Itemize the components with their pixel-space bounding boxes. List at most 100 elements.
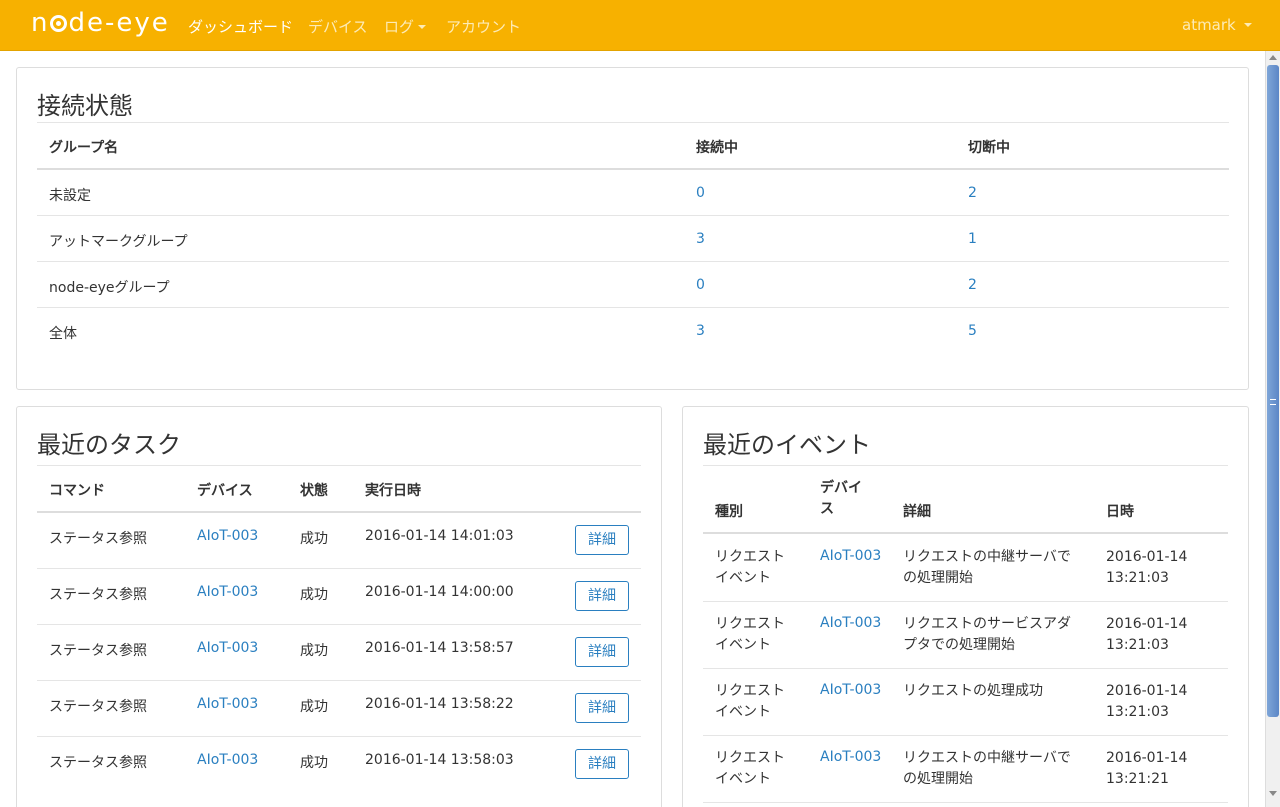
divider bbox=[37, 261, 1229, 262]
task-status: 成功 bbox=[300, 755, 328, 771]
event-device-link[interactable]: AIoT-003 bbox=[820, 682, 881, 698]
nav-devices[interactable]: デバイス bbox=[308, 16, 368, 37]
col-connected: 接続中 bbox=[696, 140, 738, 156]
connection-title: 接続状態 bbox=[37, 92, 133, 120]
group-name: 未設定 bbox=[49, 188, 91, 204]
eye-icon bbox=[50, 15, 68, 32]
task-detail-button[interactable]: 詳細 bbox=[575, 525, 629, 555]
connected-count-link[interactable]: 3 bbox=[696, 231, 705, 247]
task-detail-button[interactable]: 詳細 bbox=[575, 637, 629, 667]
col-detail: 詳細 bbox=[903, 504, 931, 520]
event-date: 2016-01-14 bbox=[1106, 750, 1188, 766]
group-name: アットマークグループ bbox=[49, 234, 188, 250]
col-device-line2: ス bbox=[820, 501, 834, 517]
divider bbox=[703, 735, 1228, 736]
recent-tasks-panel: 最近のタスク コマンド デバイス 状態 実行日時 ステータス参照 AIoT-00… bbox=[16, 406, 662, 807]
nav-log[interactable]: ログ bbox=[384, 16, 427, 37]
task-device-link[interactable]: AIoT-003 bbox=[197, 696, 258, 712]
task-device-link[interactable]: AIoT-003 bbox=[197, 584, 258, 600]
user-menu[interactable]: atmark bbox=[1182, 16, 1252, 34]
event-date: 2016-01-14 bbox=[1106, 683, 1188, 699]
group-name: node-eyeグループ bbox=[49, 280, 170, 296]
divider bbox=[37, 736, 641, 737]
col-device-line1: デバイ bbox=[820, 480, 862, 496]
task-detail-button[interactable]: 詳細 bbox=[575, 693, 629, 723]
event-type: リクエスト イベント bbox=[715, 614, 785, 656]
disconnected-count-link[interactable]: 2 bbox=[968, 185, 977, 201]
task-command: ステータス参照 bbox=[49, 643, 147, 659]
event-detail-line1: リクエストの処理成功 bbox=[903, 683, 1043, 699]
disconnected-count-link[interactable]: 5 bbox=[968, 323, 977, 339]
event-type-line2: イベント bbox=[715, 570, 771, 586]
divider bbox=[37, 568, 641, 569]
task-device-link[interactable]: AIoT-003 bbox=[197, 528, 258, 544]
event-type-line1: リクエスト bbox=[715, 683, 785, 699]
task-command: ステータス参照 bbox=[49, 531, 147, 547]
user-name: atmark bbox=[1182, 16, 1236, 34]
tasks-title: 最近のタスク bbox=[37, 431, 181, 459]
recent-events-panel: 最近のイベント 種別 デバイ ス 詳細 日時 リクエスト イベント AIoT-00… bbox=[682, 406, 1249, 807]
scroll-up-icon[interactable] bbox=[1269, 55, 1277, 60]
event-datetime: 2016-01-14 13:21:21 bbox=[1106, 748, 1187, 790]
nav-log-label: ログ bbox=[384, 18, 415, 36]
event-device-link[interactable]: AIoT-003 bbox=[820, 749, 881, 765]
event-device-link[interactable]: AIoT-003 bbox=[820, 548, 881, 564]
top-navbar: n de-eye ダッシュボード デバイス ログ アカウント atmark bbox=[0, 0, 1280, 51]
task-status: 成功 bbox=[300, 699, 328, 715]
event-detail-line2: プタでの処理開始 bbox=[903, 637, 1015, 653]
divider bbox=[703, 465, 1228, 466]
brand-text-start: n bbox=[31, 8, 50, 38]
event-detail: リクエストの処理成功 bbox=[903, 681, 1043, 702]
task-device-link[interactable]: AIoT-003 bbox=[197, 640, 258, 656]
task-status: 成功 bbox=[300, 643, 328, 659]
event-type: リクエスト イベント bbox=[715, 748, 785, 790]
divider bbox=[37, 680, 641, 681]
task-detail-button[interactable]: 詳細 bbox=[575, 749, 629, 779]
event-date: 2016-01-14 bbox=[1106, 549, 1188, 565]
nav-account[interactable]: アカウント bbox=[446, 16, 521, 37]
task-command: ステータス参照 bbox=[49, 587, 147, 603]
divider bbox=[37, 511, 641, 513]
event-type-line2: イベント bbox=[715, 637, 771, 653]
event-time: 13:21:03 bbox=[1106, 637, 1169, 653]
caret-down-icon bbox=[418, 25, 427, 29]
brand-text-end: de-eye bbox=[68, 8, 170, 38]
divider bbox=[37, 122, 1229, 123]
event-detail: リクエストのサービスアダ プタでの処理開始 bbox=[903, 614, 1071, 656]
caret-down-icon bbox=[1243, 23, 1252, 27]
disconnected-count-link[interactable]: 1 bbox=[968, 231, 977, 247]
event-type-line1: リクエスト bbox=[715, 750, 785, 766]
event-detail: リクエストの中継サーバで の処理開始 bbox=[903, 547, 1071, 589]
brand-logo[interactable]: n de-eye bbox=[31, 8, 170, 38]
event-datetime: 2016-01-14 13:21:03 bbox=[1106, 681, 1187, 723]
task-detail-button[interactable]: 詳細 bbox=[575, 581, 629, 611]
event-type-line1: リクエスト bbox=[715, 616, 785, 632]
event-time: 13:21:03 bbox=[1106, 704, 1169, 720]
task-command: ステータス参照 bbox=[49, 755, 147, 771]
divider bbox=[37, 215, 1229, 216]
event-detail-line1: リクエストの中継サーバで bbox=[903, 549, 1071, 565]
divider bbox=[37, 624, 641, 625]
event-date: 2016-01-14 bbox=[1106, 616, 1188, 632]
task-datetime: 2016-01-14 13:58:03 bbox=[365, 752, 514, 768]
col-disconnected: 切断中 bbox=[968, 140, 1010, 156]
scrollbar-thumb[interactable] bbox=[1267, 65, 1279, 717]
page-scrollbar[interactable] bbox=[1265, 51, 1280, 807]
task-status: 成功 bbox=[300, 531, 328, 547]
scroll-down-icon[interactable] bbox=[1269, 791, 1277, 796]
divider bbox=[37, 465, 641, 466]
connection-status-panel: 接続状態 グループ名 接続中 切断中 未設定 0 2 アットマークグループ 3 … bbox=[16, 67, 1249, 390]
task-datetime: 2016-01-14 14:01:03 bbox=[365, 528, 514, 544]
col-type: 種別 bbox=[715, 504, 743, 520]
col-status: 状態 bbox=[300, 483, 328, 499]
event-time: 13:21:21 bbox=[1106, 771, 1169, 787]
divider bbox=[703, 668, 1228, 669]
event-detail-line2: の処理開始 bbox=[903, 570, 973, 586]
connected-count-link[interactable]: 0 bbox=[696, 277, 705, 293]
disconnected-count-link[interactable]: 2 bbox=[968, 277, 977, 293]
connected-count-link[interactable]: 0 bbox=[696, 185, 705, 201]
task-device-link[interactable]: AIoT-003 bbox=[197, 752, 258, 768]
nav-dashboard[interactable]: ダッシュボード bbox=[188, 16, 293, 37]
event-device-link[interactable]: AIoT-003 bbox=[820, 615, 881, 631]
connected-count-link[interactable]: 3 bbox=[696, 323, 705, 339]
